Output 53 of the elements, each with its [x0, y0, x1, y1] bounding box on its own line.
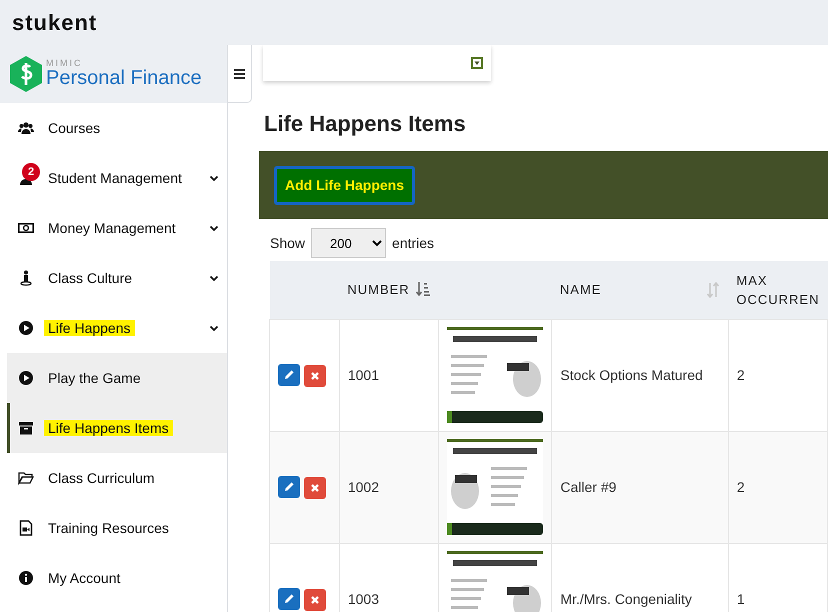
file-video-icon — [18, 520, 34, 536]
dollar-hexagon-icon — [10, 56, 42, 92]
edit-button[interactable] — [278, 364, 300, 386]
menu-toggle-button[interactable] — [228, 45, 252, 103]
pencil-icon — [283, 592, 295, 605]
sidebar-item[interactable]: Courses — [0, 103, 227, 153]
notification-badge: 2 — [22, 163, 40, 181]
table-cell: Stock Options Matured — [552, 319, 728, 432]
folder-icon — [18, 470, 34, 486]
banknote-icon — [18, 220, 34, 236]
play-circle-icon — [18, 370, 34, 386]
entries-select[interactable]: 200 — [311, 228, 386, 258]
delete-button[interactable] — [304, 476, 326, 499]
column-header[interactable]: MAX OCCURREN — [728, 261, 828, 320]
app-subtitle: MIMIC — [46, 59, 84, 68]
sidebar-item[interactable]: Class Curriculum — [0, 453, 227, 503]
edit-button[interactable] — [278, 476, 300, 498]
close-icon — [310, 482, 320, 493]
sidebar-item[interactable]: Life Happens — [0, 303, 227, 353]
sidebar-item[interactable]: Training Resources — [0, 503, 227, 553]
sidebar-item[interactable]: 2 Student Management — [0, 153, 227, 203]
sidebar-item[interactable]: Class Culture — [0, 253, 227, 303]
table-cell: 1002 — [339, 431, 438, 544]
archive-icon — [18, 420, 34, 436]
delete-button[interactable] — [304, 588, 326, 611]
entries-label: entries — [392, 234, 434, 253]
column-header[interactable]: NUMBER — [339, 261, 438, 320]
info-icon — [18, 570, 34, 586]
person-icon — [18, 270, 34, 286]
play-circle-icon — [18, 320, 34, 336]
table-cell: 2 — [728, 319, 828, 432]
add-button[interactable]: Add Life Happens — [274, 166, 416, 205]
users-icon — [18, 120, 34, 136]
menu-icon — [234, 68, 245, 78]
page-title: Life Happens Items — [264, 111, 467, 138]
pencil-icon — [283, 368, 295, 381]
close-icon — [310, 594, 320, 605]
brand-logo: stukent — [12, 12, 98, 34]
sidebar-item[interactable]: Play the Game — [7, 353, 227, 403]
delete-button[interactable] — [304, 364, 326, 387]
table-cell: Caller #9 — [552, 431, 728, 544]
show-label: Show — [270, 234, 306, 253]
edit-button[interactable] — [278, 588, 300, 610]
table-cell: 2 — [728, 431, 828, 544]
table-cell: 1001 — [339, 319, 438, 432]
sidebar-item[interactable]: Life Happens Items — [7, 403, 227, 453]
pencil-icon — [283, 480, 295, 493]
column-header[interactable]: NAME — [552, 261, 728, 320]
dropdown-icon[interactable] — [471, 57, 483, 69]
app-title: Personal Finance — [46, 68, 202, 89]
sidebar-item[interactable]: My Account — [0, 553, 227, 603]
close-icon — [310, 370, 320, 381]
sidebar-item[interactable]: Money Management — [0, 203, 227, 253]
